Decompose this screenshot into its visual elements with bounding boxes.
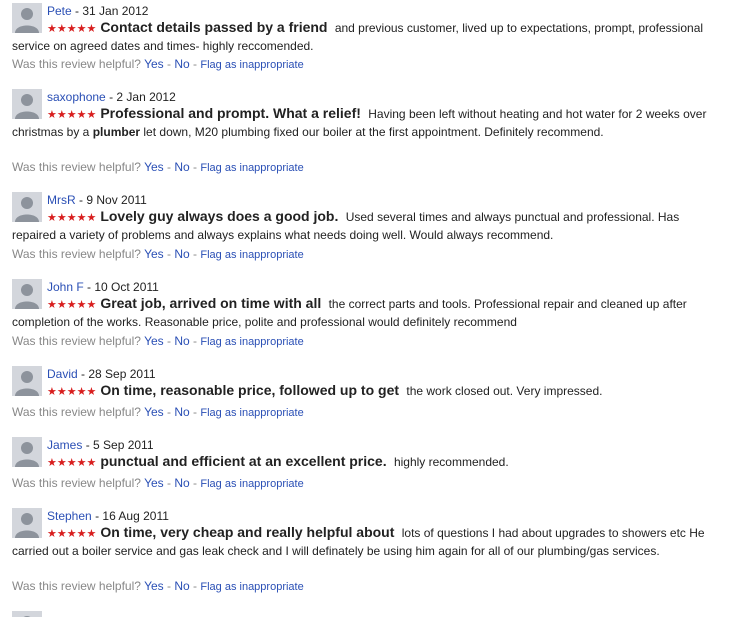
helpful-prompt: Was this review helpful? (12, 57, 141, 71)
review-author-link[interactable]: Stephen (47, 509, 92, 523)
helpful-yes-link[interactable]: Yes (144, 247, 164, 261)
review-body: ★★★★★ Lovely guy always does a good job. … (12, 208, 724, 243)
review-header: James - 5 Sep 2011 (47, 437, 154, 453)
helpful-prompt: Was this review helpful? (12, 405, 141, 419)
review-header: MrsR - 9 Nov 2011 (47, 192, 147, 208)
review-text: let down, M20 plumbing fixed our boiler … (143, 124, 604, 139)
review-header: John F - 10 Oct 2011 (47, 279, 159, 295)
helpful-row: Was this review helpful? Yes - No - Flag… (12, 578, 304, 595)
review-date: - 10 Oct 2011 (87, 280, 159, 294)
helpful-row: Was this review helpful? Yes - No - Flag… (12, 475, 304, 492)
review-date: - 31 Jan 2012 (75, 4, 149, 18)
review-header: Stephen - 16 Aug 2011 (47, 508, 169, 524)
review-body: ★★★★★ punctual and efficient at an excell… (12, 453, 724, 472)
review-date: - 5 Sep 2011 (85, 438, 154, 452)
avatar[interactable] (12, 611, 42, 617)
helpful-row: Was this review helpful? Yes - No - Flag… (12, 404, 304, 421)
star-rating: ★★★★★ (47, 528, 97, 540)
review-title: On time, very cheap and really helpful a… (100, 524, 395, 540)
helpful-no-link[interactable]: No (174, 476, 189, 490)
review-text: highly recommended. (393, 455, 509, 469)
flag-inappropriate-link[interactable]: Flag as inappropriate (200, 407, 303, 419)
separator: - (167, 579, 171, 593)
separator: - (193, 160, 198, 174)
separator: - (167, 476, 171, 490)
helpful-prompt: Was this review helpful? (12, 247, 141, 261)
separator: - (167, 160, 171, 174)
separator: - (167, 405, 171, 419)
review-header: David - 28 Sep 2011 (47, 366, 156, 382)
flag-inappropriate-link[interactable]: Flag as inappropriate (200, 59, 303, 71)
review-author-link[interactable]: MrsR (47, 193, 76, 207)
review-title: Contact details passed by a friend (100, 19, 328, 35)
review-title: On time, reasonable price, followed up t… (100, 382, 400, 398)
helpful-yes-link[interactable]: Yes (144, 579, 164, 593)
helpful-no-link[interactable]: No (174, 579, 189, 593)
user-silhouette-icon (23, 616, 31, 617)
helpful-no-link[interactable]: No (174, 57, 189, 71)
star-rating: ★★★★★ (47, 457, 97, 469)
review-author-link[interactable]: saxophone (47, 90, 106, 104)
separator: - (193, 247, 198, 261)
review-date: - 16 Aug 2011 (95, 509, 169, 523)
review-body: ★★★★★ Professional and prompt. What a rel… (12, 105, 724, 140)
review-date: - 28 Sep 2011 (81, 367, 156, 381)
review-author-link[interactable]: John F (47, 280, 84, 294)
review-date: - 9 Nov 2011 (79, 193, 147, 207)
helpful-yes-link[interactable]: Yes (144, 57, 164, 71)
helpful-prompt: Was this review helpful? (12, 334, 141, 348)
separator: - (193, 57, 198, 71)
separator: - (193, 334, 198, 348)
flag-inappropriate-link[interactable]: Flag as inappropriate (200, 249, 303, 261)
helpful-row: Was this review helpful? Yes - No - Flag… (12, 56, 304, 73)
helpful-prompt: Was this review helpful? (12, 476, 141, 490)
review-author-link[interactable]: Pete (47, 4, 72, 18)
helpful-yes-link[interactable]: Yes (144, 160, 164, 174)
star-rating: ★★★★★ (47, 299, 97, 311)
review-title: Great job, arrived on time with all (100, 295, 322, 311)
helpful-yes-link[interactable]: Yes (144, 476, 164, 490)
separator: - (167, 57, 171, 71)
star-rating: ★★★★★ (47, 212, 97, 224)
helpful-no-link[interactable]: No (174, 405, 189, 419)
star-rating: ★★★★★ (47, 386, 97, 398)
separator: - (167, 334, 171, 348)
flag-inappropriate-link[interactable]: Flag as inappropriate (200, 336, 303, 348)
separator: - (193, 476, 198, 490)
helpful-no-link[interactable]: No (174, 334, 189, 348)
helpful-no-link[interactable]: No (174, 247, 189, 261)
review-item-partial (0, 611, 731, 617)
helpful-prompt: Was this review helpful? (12, 160, 141, 174)
helpful-row: Was this review helpful? Yes - No - Flag… (12, 159, 304, 176)
review-author-link[interactable]: David (47, 367, 78, 381)
helpful-prompt: Was this review helpful? (12, 579, 141, 593)
star-rating: ★★★★★ (47, 23, 97, 35)
review-date: - 2 Jan 2012 (109, 90, 176, 104)
review-header: Pete - 31 Jan 2012 (47, 3, 148, 19)
helpful-yes-link[interactable]: Yes (144, 334, 164, 348)
helpful-yes-link[interactable]: Yes (144, 405, 164, 419)
review-header: saxophone - 2 Jan 2012 (47, 89, 176, 105)
review-title: punctual and efficient at an excellent p… (100, 453, 387, 469)
review-text: the work closed out. Very impressed. (406, 384, 603, 398)
flag-inappropriate-link[interactable]: Flag as inappropriate (200, 162, 303, 174)
helpful-row: Was this review helpful? Yes - No - Flag… (12, 333, 304, 350)
flag-inappropriate-link[interactable]: Flag as inappropriate (200, 581, 303, 593)
review-body: ★★★★★ Contact details passed by a friend … (12, 19, 724, 54)
review-body: ★★★★★ On time, reasonable price, followed… (12, 382, 724, 401)
review-title: Professional and prompt. What a relief! (100, 105, 361, 121)
separator: - (193, 405, 198, 419)
flag-inappropriate-link[interactable]: Flag as inappropriate (200, 478, 303, 490)
review-title: Lovely guy always does a good job. (100, 208, 339, 224)
review-body: ★★★★★ On time, very cheap and really help… (12, 524, 724, 559)
star-rating: ★★★★★ (47, 109, 97, 121)
review-author-link[interactable]: James (47, 438, 82, 452)
separator: - (167, 247, 171, 261)
separator: - (193, 579, 198, 593)
helpful-no-link[interactable]: No (174, 160, 189, 174)
helpful-row: Was this review helpful? Yes - No - Flag… (12, 246, 304, 263)
review-text-bold: plumber (92, 124, 141, 139)
review-body: ★★★★★ Great job, arrived on time with all… (12, 295, 724, 330)
